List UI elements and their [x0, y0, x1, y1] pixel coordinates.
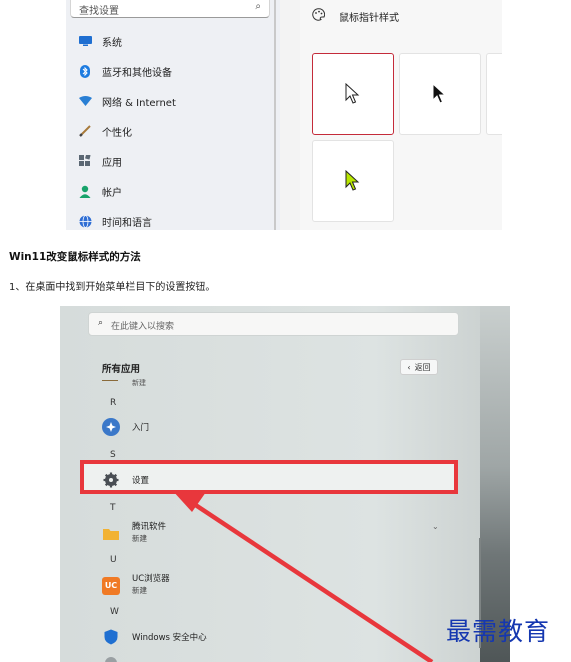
- sidebar-item-label: 个性化: [102, 127, 132, 139]
- mouse-pointer-panel: 鼠标指针样式: [300, 0, 502, 230]
- pointer-style-white-tile[interactable]: [312, 53, 394, 135]
- network-icon: [78, 94, 92, 108]
- palette-icon: [312, 8, 326, 24]
- sidebar-item-label: 系统: [102, 37, 122, 49]
- article-step-1: 1、在桌面中找到开始菜单栏目下的设置按钮。: [9, 282, 216, 293]
- settings-search-input[interactable]: 查找设置 ⌕: [70, 0, 270, 18]
- globe-icon: [78, 214, 92, 228]
- sidebar-item-label: 应用: [102, 157, 122, 169]
- pointer-style-title: 鼠标指针样式: [339, 12, 399, 24]
- search-icon[interactable]: ⌕: [255, 1, 261, 12]
- pointer-style-black-tile[interactable]: [399, 53, 481, 135]
- sidebar-item-label: 蓝牙和其他设备: [102, 67, 172, 79]
- settings-screenshot: 查找设置 ⌕ 系统 蓝牙和其他设备 网络 & Internet 个性化 应用 帐…: [66, 0, 502, 230]
- brush-icon: [78, 124, 92, 138]
- pointer-style-heading: 鼠标指针样式: [312, 8, 399, 24]
- sidebar-item-apps[interactable]: 应用: [66, 146, 280, 176]
- sidebar-item-system[interactable]: 系统: [66, 26, 280, 56]
- sidebar-item-label: 时间和语言: [102, 217, 152, 229]
- article-heading: Win11改变鼠标样式的方法: [9, 251, 141, 263]
- apps-icon: [78, 154, 92, 168]
- sidebar-item-network[interactable]: 网络 & Internet: [66, 86, 280, 116]
- sidebar-item-time-language[interactable]: 时间和语言: [66, 206, 280, 230]
- red-arrow: [172, 490, 434, 662]
- white-cursor-icon: [345, 83, 360, 104]
- sidebar-item-bluetooth[interactable]: 蓝牙和其他设备: [66, 56, 280, 86]
- system-icon: [78, 34, 92, 48]
- account-icon: [78, 184, 92, 198]
- sidebar-item-personalization[interactable]: 个性化: [66, 116, 280, 146]
- pointer-style-inverted-tile[interactable]: [486, 53, 502, 135]
- pointer-style-custom-tile[interactable]: [312, 140, 394, 222]
- settings-nav: 系统 蓝牙和其他设备 网络 & Internet 个性化 应用 帐户 时间和语言: [66, 26, 280, 230]
- settings-search-placeholder: 查找设置: [79, 6, 119, 17]
- sidebar-item-label: 网络 & Internet: [102, 97, 176, 109]
- sidebar-item-accounts[interactable]: 帐户: [66, 176, 280, 206]
- sidebar-scrollbar[interactable]: [274, 0, 276, 230]
- black-cursor-icon: [432, 83, 447, 104]
- sidebar-item-label: 帐户: [102, 187, 122, 199]
- watermark-text: 最需教育: [446, 617, 551, 646]
- bluetooth-icon: [78, 64, 92, 78]
- lime-cursor-icon: [345, 170, 360, 191]
- settings-sidebar: 查找设置 ⌕ 系统 蓝牙和其他设备 网络 & Internet 个性化 应用 帐…: [66, 0, 280, 230]
- start-menu-screenshot: ⌕ 在此键入以搜索 所有应用 ‹ 返回 新建 R 入门 S 设置 T 腾讯软件 …: [60, 306, 510, 662]
